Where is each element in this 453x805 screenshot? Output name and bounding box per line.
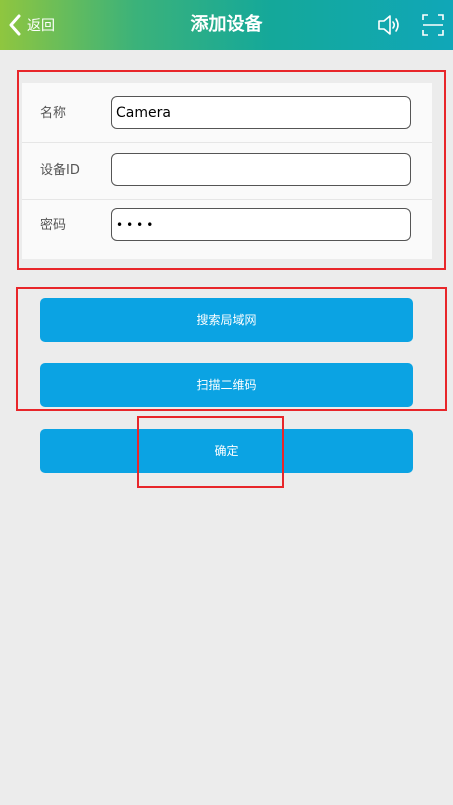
fullscreen-icon[interactable] bbox=[420, 12, 446, 38]
highlight-box-form bbox=[17, 70, 446, 270]
speaker-icon[interactable] bbox=[376, 12, 402, 38]
back-label: 返回 bbox=[27, 18, 55, 34]
header-bar: 返回 添加设备 bbox=[0, 0, 453, 50]
highlight-box-confirm bbox=[137, 416, 284, 488]
chevron-left-icon bbox=[9, 14, 21, 36]
highlight-box-buttons bbox=[16, 287, 447, 411]
back-button[interactable]: 返回 bbox=[8, 10, 55, 40]
